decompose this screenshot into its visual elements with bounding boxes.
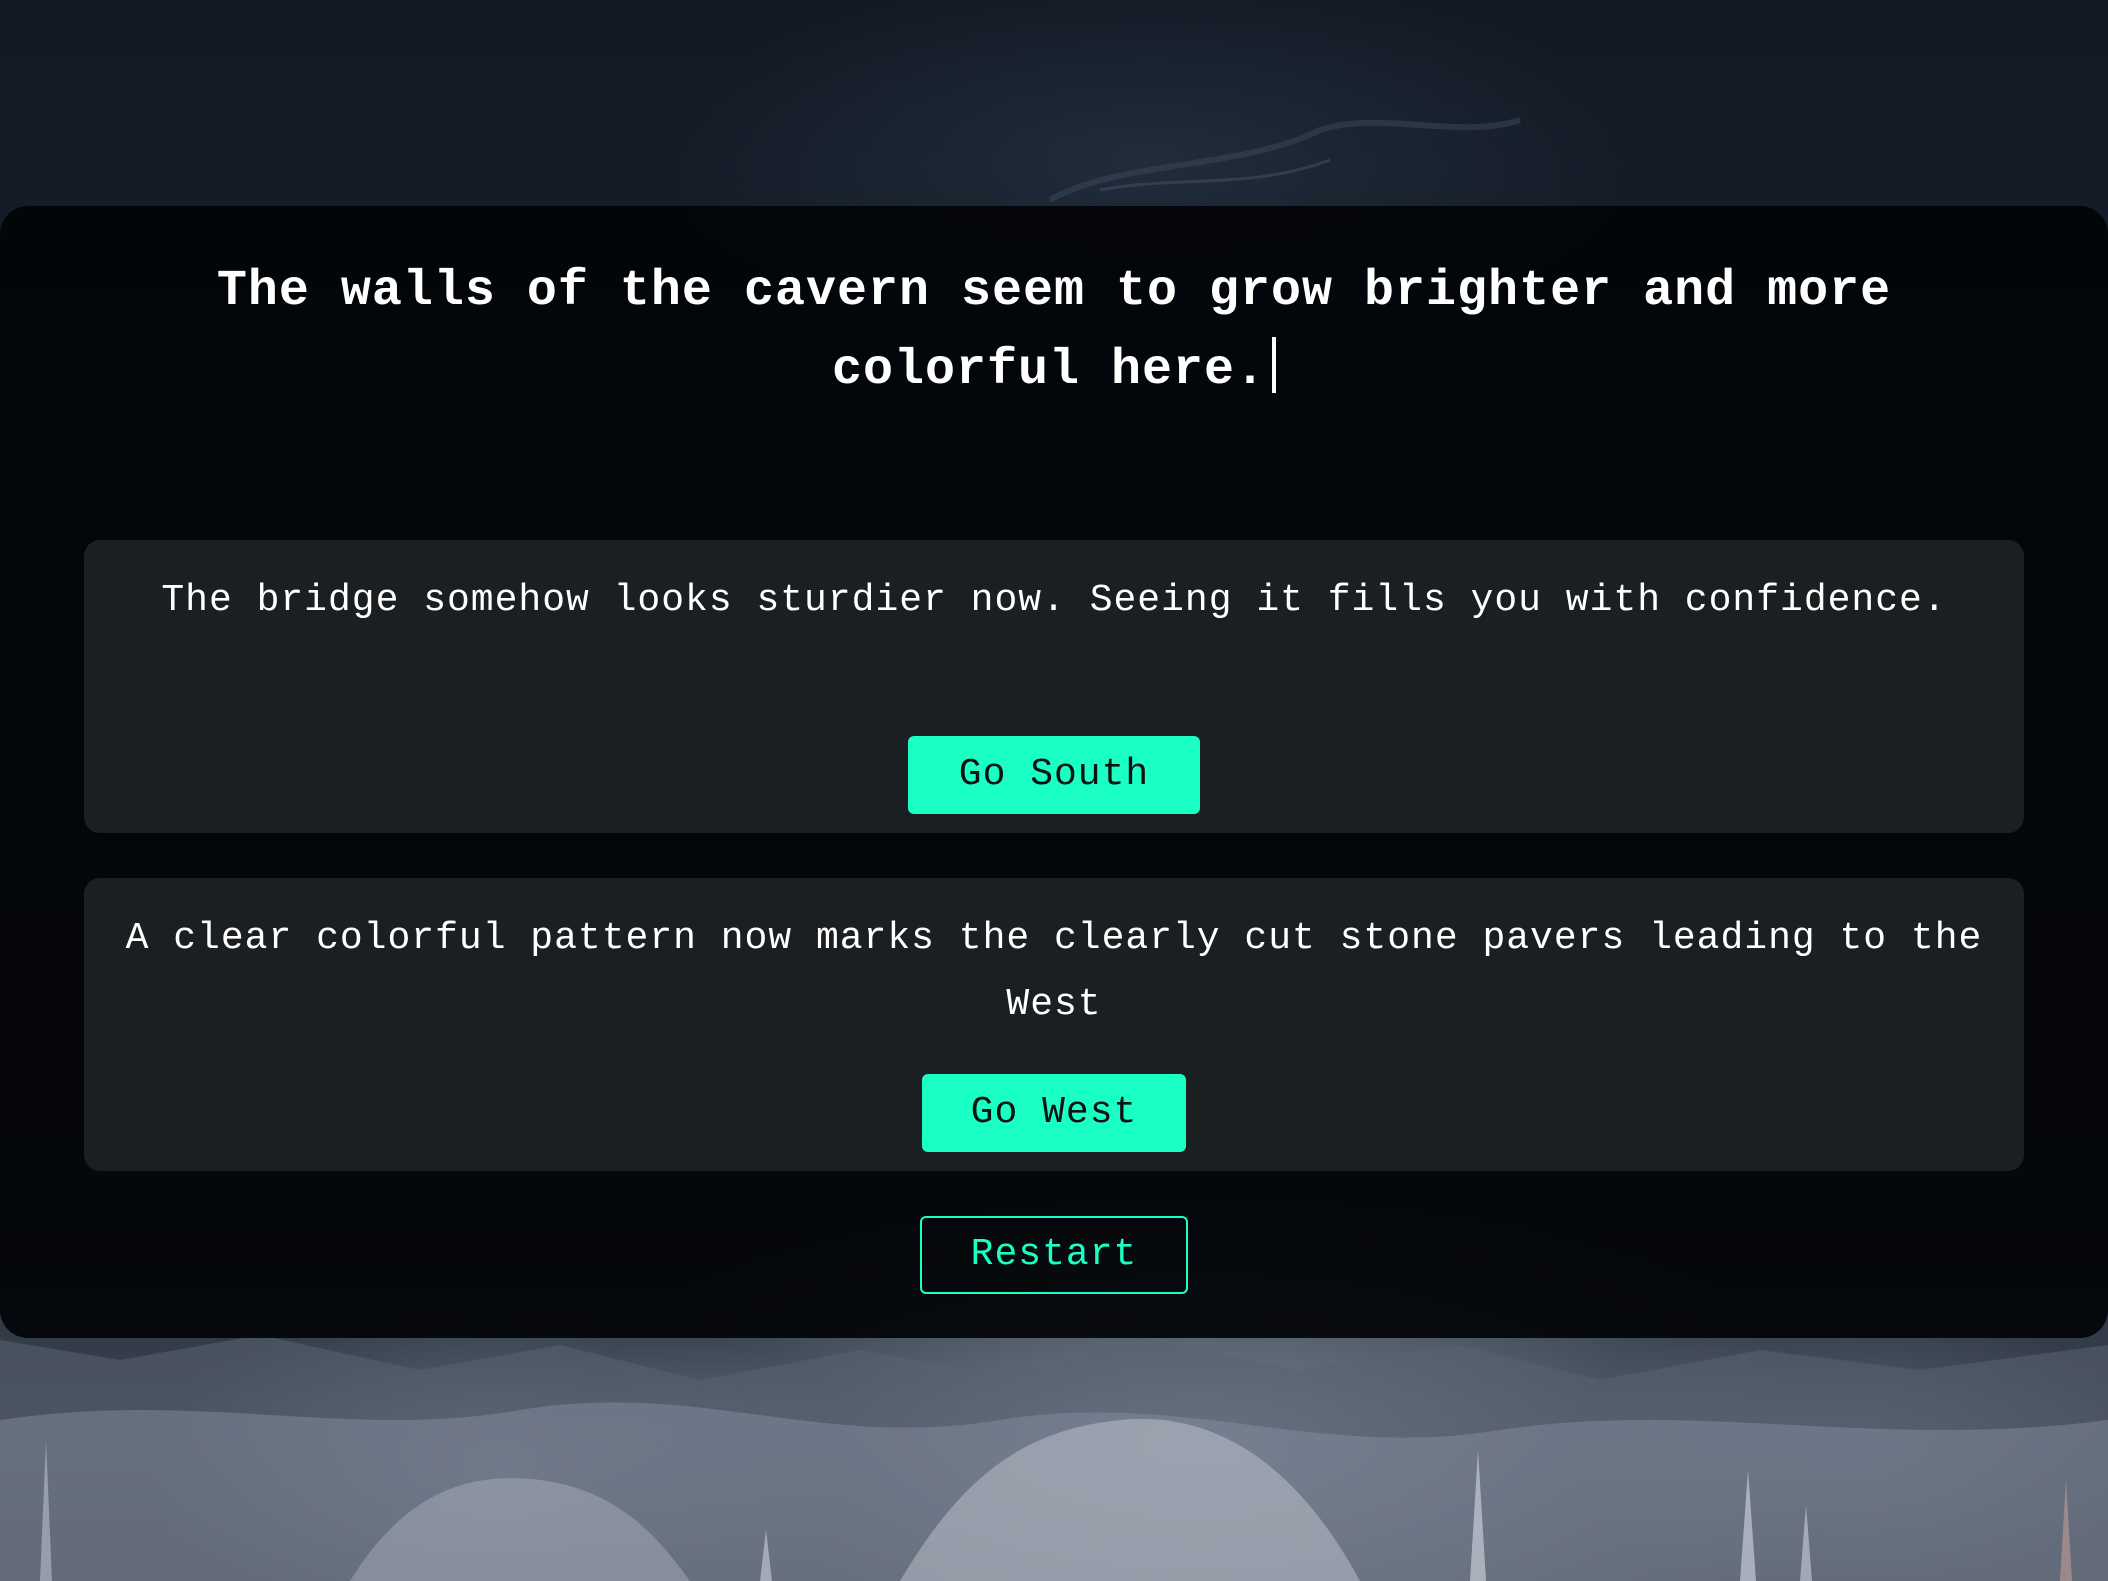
option-text-west: A clear colorful pattern now marks the c… bbox=[125, 917, 1983, 1026]
go-south-button[interactable]: Go South bbox=[908, 736, 1200, 814]
scene-description-text: The walls of the cavern seem to grow bri… bbox=[216, 263, 1892, 399]
option-text-south: The bridge somehow looks sturdier now. S… bbox=[161, 579, 1947, 622]
restart-button[interactable]: Restart bbox=[920, 1216, 1188, 1294]
go-west-button[interactable]: Go West bbox=[922, 1074, 1186, 1152]
scene-description: The walls of the cavern seem to grow bri… bbox=[120, 252, 1988, 410]
typing-cursor bbox=[1272, 337, 1277, 393]
